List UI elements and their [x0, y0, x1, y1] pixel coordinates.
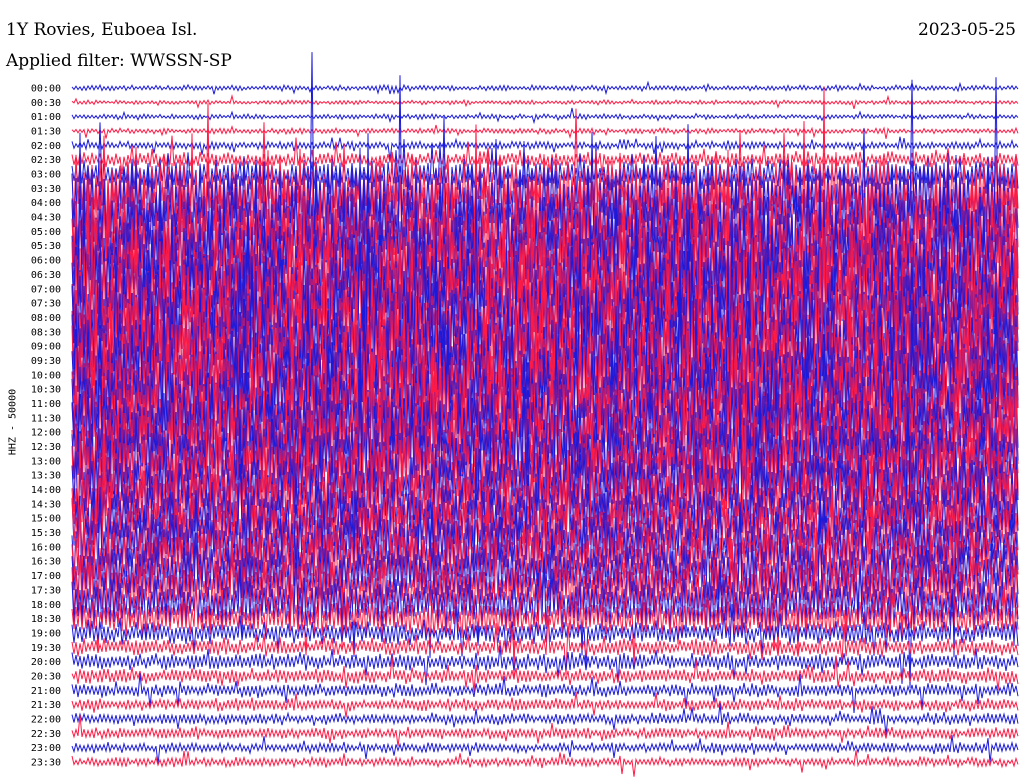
time-tick-labels: 00:00 00:30 01:00 01:30 02:00 02:30 03:00 03:30… [31, 84, 61, 769]
filter-label: Applied filter: WWSSN-SP [6, 51, 232, 71]
time-tick-label: 14:30 [31, 499, 61, 510]
time-tick-label: 02:00 [31, 141, 61, 152]
time-tick-label: 22:30 [31, 729, 61, 740]
time-tick-label: 11:00 [31, 399, 61, 410]
time-tick-label: 18:00 [31, 600, 61, 611]
time-tick-label: 05:30 [31, 241, 61, 252]
time-tick-label: 22:00 [31, 714, 61, 725]
time-tick-label: 06:00 [31, 256, 61, 267]
time-tick-label: 03:30 [31, 184, 61, 195]
time-tick-label: 13:30 [31, 471, 61, 482]
time-tick-label: 04:30 [31, 213, 61, 224]
time-tick-label: 15:00 [31, 514, 61, 525]
record-date: 2023-05-25 [917, 20, 1016, 40]
time-tick-label: 19:00 [31, 628, 61, 639]
time-tick-label: 15:30 [31, 528, 61, 539]
time-tick-label: 00:30 [31, 98, 61, 109]
trace-line [71, 124, 1019, 139]
time-tick-label: 08:30 [31, 327, 61, 338]
helicorder-page: 00:00 00:30 01:00 01:30 02:00 02:30 03:00 03:30… [0, 0, 1024, 780]
time-tick-label: 20:00 [31, 657, 61, 668]
time-tick-label: 11:30 [31, 413, 61, 424]
time-tick-label: 01:30 [31, 127, 61, 138]
time-tick-label: 01:00 [31, 112, 61, 123]
time-tick-label: 12:00 [31, 428, 61, 439]
time-tick-label: 19:30 [31, 643, 61, 654]
time-tick-label: 00:00 [31, 84, 61, 95]
time-tick-label: 10:00 [31, 370, 61, 381]
time-tick-label: 13:00 [31, 456, 61, 467]
time-tick-label: 07:30 [31, 299, 61, 310]
time-tick-label: 17:30 [31, 585, 61, 596]
trace-line [71, 80, 1019, 96]
time-tick-label: 14:00 [31, 485, 61, 496]
trace-line [71, 107, 1019, 125]
trace-line [71, 94, 1019, 110]
time-tick-label: 21:30 [31, 700, 61, 711]
time-tick-label: 12:30 [31, 442, 61, 453]
time-tick-label: 16:00 [31, 542, 61, 553]
time-tick-label: 05:00 [31, 227, 61, 238]
time-tick-label: 03:00 [31, 170, 61, 181]
time-tick-label: 17:00 [31, 571, 61, 582]
time-tick-label: 02:30 [31, 155, 61, 166]
time-tick-label: 18:30 [31, 614, 61, 625]
time-tick-label: 23:00 [31, 743, 61, 754]
channel-label: HHZ - 50000 [7, 388, 19, 456]
trace-line [71, 691, 1019, 718]
helicorder-plot: 00:00 00:30 01:00 01:30 02:00 02:30 03:00 03:30… [31, 52, 1019, 777]
seismic-traces [71, 52, 1019, 777]
time-tick-label: 08:00 [31, 313, 61, 324]
time-tick-label: 07:00 [31, 284, 61, 295]
time-tick-label: 20:30 [31, 671, 61, 682]
time-tick-label: 06:30 [31, 270, 61, 281]
time-tick-label: 10:30 [31, 385, 61, 396]
time-tick-label: 04:00 [31, 198, 61, 209]
time-tick-label: 21:00 [31, 686, 61, 697]
time-tick-label: 09:00 [31, 342, 61, 353]
station-title: 1Y Rovies, Euboea Isl. [6, 20, 198, 40]
time-tick-label: 09:30 [31, 356, 61, 367]
trace-line [71, 750, 1019, 777]
time-tick-label: 23:30 [31, 758, 61, 769]
time-tick-label: 16:30 [31, 557, 61, 568]
